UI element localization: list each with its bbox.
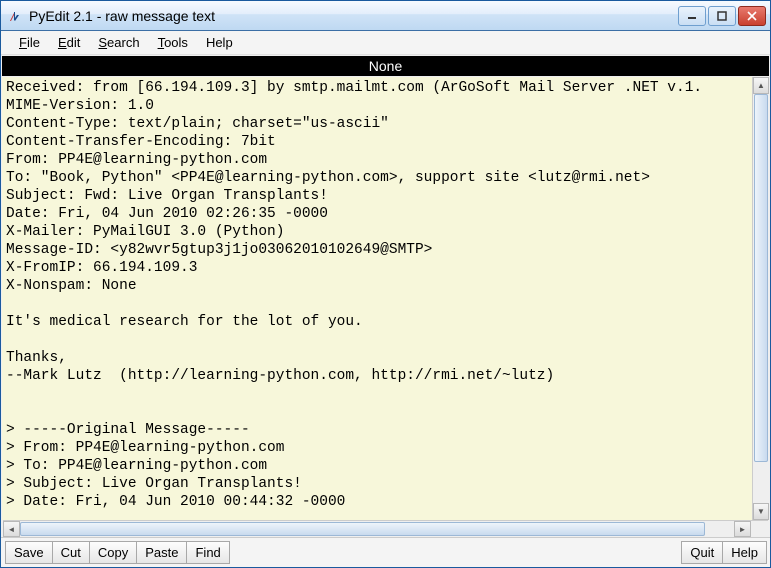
cut-button[interactable]: Cut xyxy=(52,541,90,564)
h-scroll-track[interactable] xyxy=(20,521,734,537)
close-icon xyxy=(747,11,757,21)
quit-button[interactable]: Quit xyxy=(681,541,723,564)
app-window: PyEdit 2.1 - raw message text File Edit … xyxy=(0,0,771,568)
window-title: PyEdit 2.1 - raw message text xyxy=(29,8,678,24)
scroll-left-arrow[interactable]: ◄ xyxy=(3,521,20,537)
save-button[interactable]: Save xyxy=(5,541,53,564)
scroll-corner xyxy=(751,521,768,538)
menu-tools[interactable]: Tools xyxy=(150,33,196,52)
copy-button[interactable]: Copy xyxy=(89,541,137,564)
maximize-button[interactable] xyxy=(708,6,736,26)
filename-header: None xyxy=(2,56,769,76)
scroll-right-arrow[interactable]: ► xyxy=(734,521,751,537)
v-scroll-thumb[interactable] xyxy=(754,94,768,462)
paste-button[interactable]: Paste xyxy=(136,541,187,564)
bottom-toolbar: Save Cut Copy Paste Find Quit Help xyxy=(1,537,770,567)
scroll-up-arrow[interactable]: ▲ xyxy=(753,77,769,94)
menu-search[interactable]: Search xyxy=(90,33,147,52)
minimize-icon xyxy=(687,11,697,21)
vertical-scrollbar[interactable]: ▲ ▼ xyxy=(752,77,769,520)
window-controls xyxy=(678,6,766,26)
app-icon xyxy=(7,8,23,24)
menu-edit[interactable]: Edit xyxy=(50,33,88,52)
help-button[interactable]: Help xyxy=(722,541,767,564)
maximize-icon xyxy=(717,11,727,21)
scroll-down-arrow[interactable]: ▼ xyxy=(753,503,769,520)
menu-bar: File Edit Search Tools Help xyxy=(1,31,770,55)
editor-container: Received: from [66.194.109.3] by smtp.ma… xyxy=(2,77,769,537)
find-button[interactable]: Find xyxy=(186,541,229,564)
menu-help[interactable]: Help xyxy=(198,33,241,52)
close-button[interactable] xyxy=(738,6,766,26)
horizontal-scrollbar[interactable]: ◄ ► xyxy=(3,520,768,537)
v-scroll-track[interactable] xyxy=(753,94,769,503)
title-bar[interactable]: PyEdit 2.1 - raw message text xyxy=(1,1,770,31)
minimize-button[interactable] xyxy=(678,6,706,26)
h-scroll-thumb[interactable] xyxy=(20,522,705,536)
text-editor[interactable]: Received: from [66.194.109.3] by smtp.ma… xyxy=(2,77,752,520)
menu-file[interactable]: File xyxy=(11,33,48,52)
